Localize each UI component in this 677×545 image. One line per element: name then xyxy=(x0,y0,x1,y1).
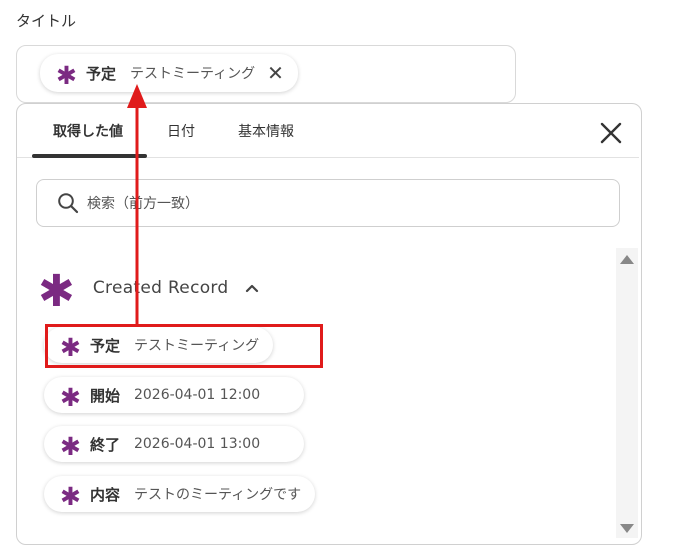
tab-date[interactable]: 日付 xyxy=(167,121,195,141)
item-value: 2026-04-01 12:00 xyxy=(133,387,261,403)
scrollbar[interactable] xyxy=(616,248,638,538)
search-placeholder: 検索（前方一致） xyxy=(87,196,199,212)
search-icon xyxy=(58,193,79,214)
title-chip[interactable]: ✱ 予定 テストミーティング ✕ xyxy=(40,54,298,92)
group-created-record[interactable]: ✱ Created Record xyxy=(38,266,259,314)
field-label: タイトル xyxy=(16,12,77,30)
scroll-up-icon[interactable] xyxy=(620,255,634,264)
remove-chip-icon[interactable]: ✕ xyxy=(267,63,284,83)
item-value: 2026-04-01 13:00 xyxy=(133,436,261,452)
item-value: テストのミーティングです xyxy=(133,487,302,503)
tab-active-indicator xyxy=(32,154,147,158)
chevron-up-icon[interactable] xyxy=(245,283,259,293)
search-input[interactable]: 検索（前方一致） xyxy=(36,179,620,227)
asterisk-icon: ✱ xyxy=(56,60,77,90)
list-item[interactable]: ✱ 内容 テストのミーティングです xyxy=(44,476,316,512)
list-item[interactable]: ✱ 開始 2026-04-01 12:00 xyxy=(44,377,304,413)
asterisk-icon: ✱ xyxy=(60,431,81,461)
tab-acquired-values[interactable]: 取得した値 xyxy=(53,121,123,141)
close-icon[interactable] xyxy=(598,120,624,146)
asterisk-icon: ✱ xyxy=(38,266,75,317)
chip-key: 予定 xyxy=(85,64,116,83)
item-key: 開始 xyxy=(89,386,120,405)
item-key: 終了 xyxy=(89,435,120,454)
chip-value: テストミーティング xyxy=(129,66,256,82)
group-name: Created Record xyxy=(92,278,229,298)
asterisk-icon: ✱ xyxy=(60,382,81,412)
item-key: 内容 xyxy=(89,485,120,504)
tab-basic-info[interactable]: 基本情報 xyxy=(238,121,294,141)
highlight-box xyxy=(45,324,323,368)
list-item[interactable]: ✱ 終了 2026-04-01 13:00 xyxy=(44,426,304,462)
asterisk-icon: ✱ xyxy=(60,481,81,511)
